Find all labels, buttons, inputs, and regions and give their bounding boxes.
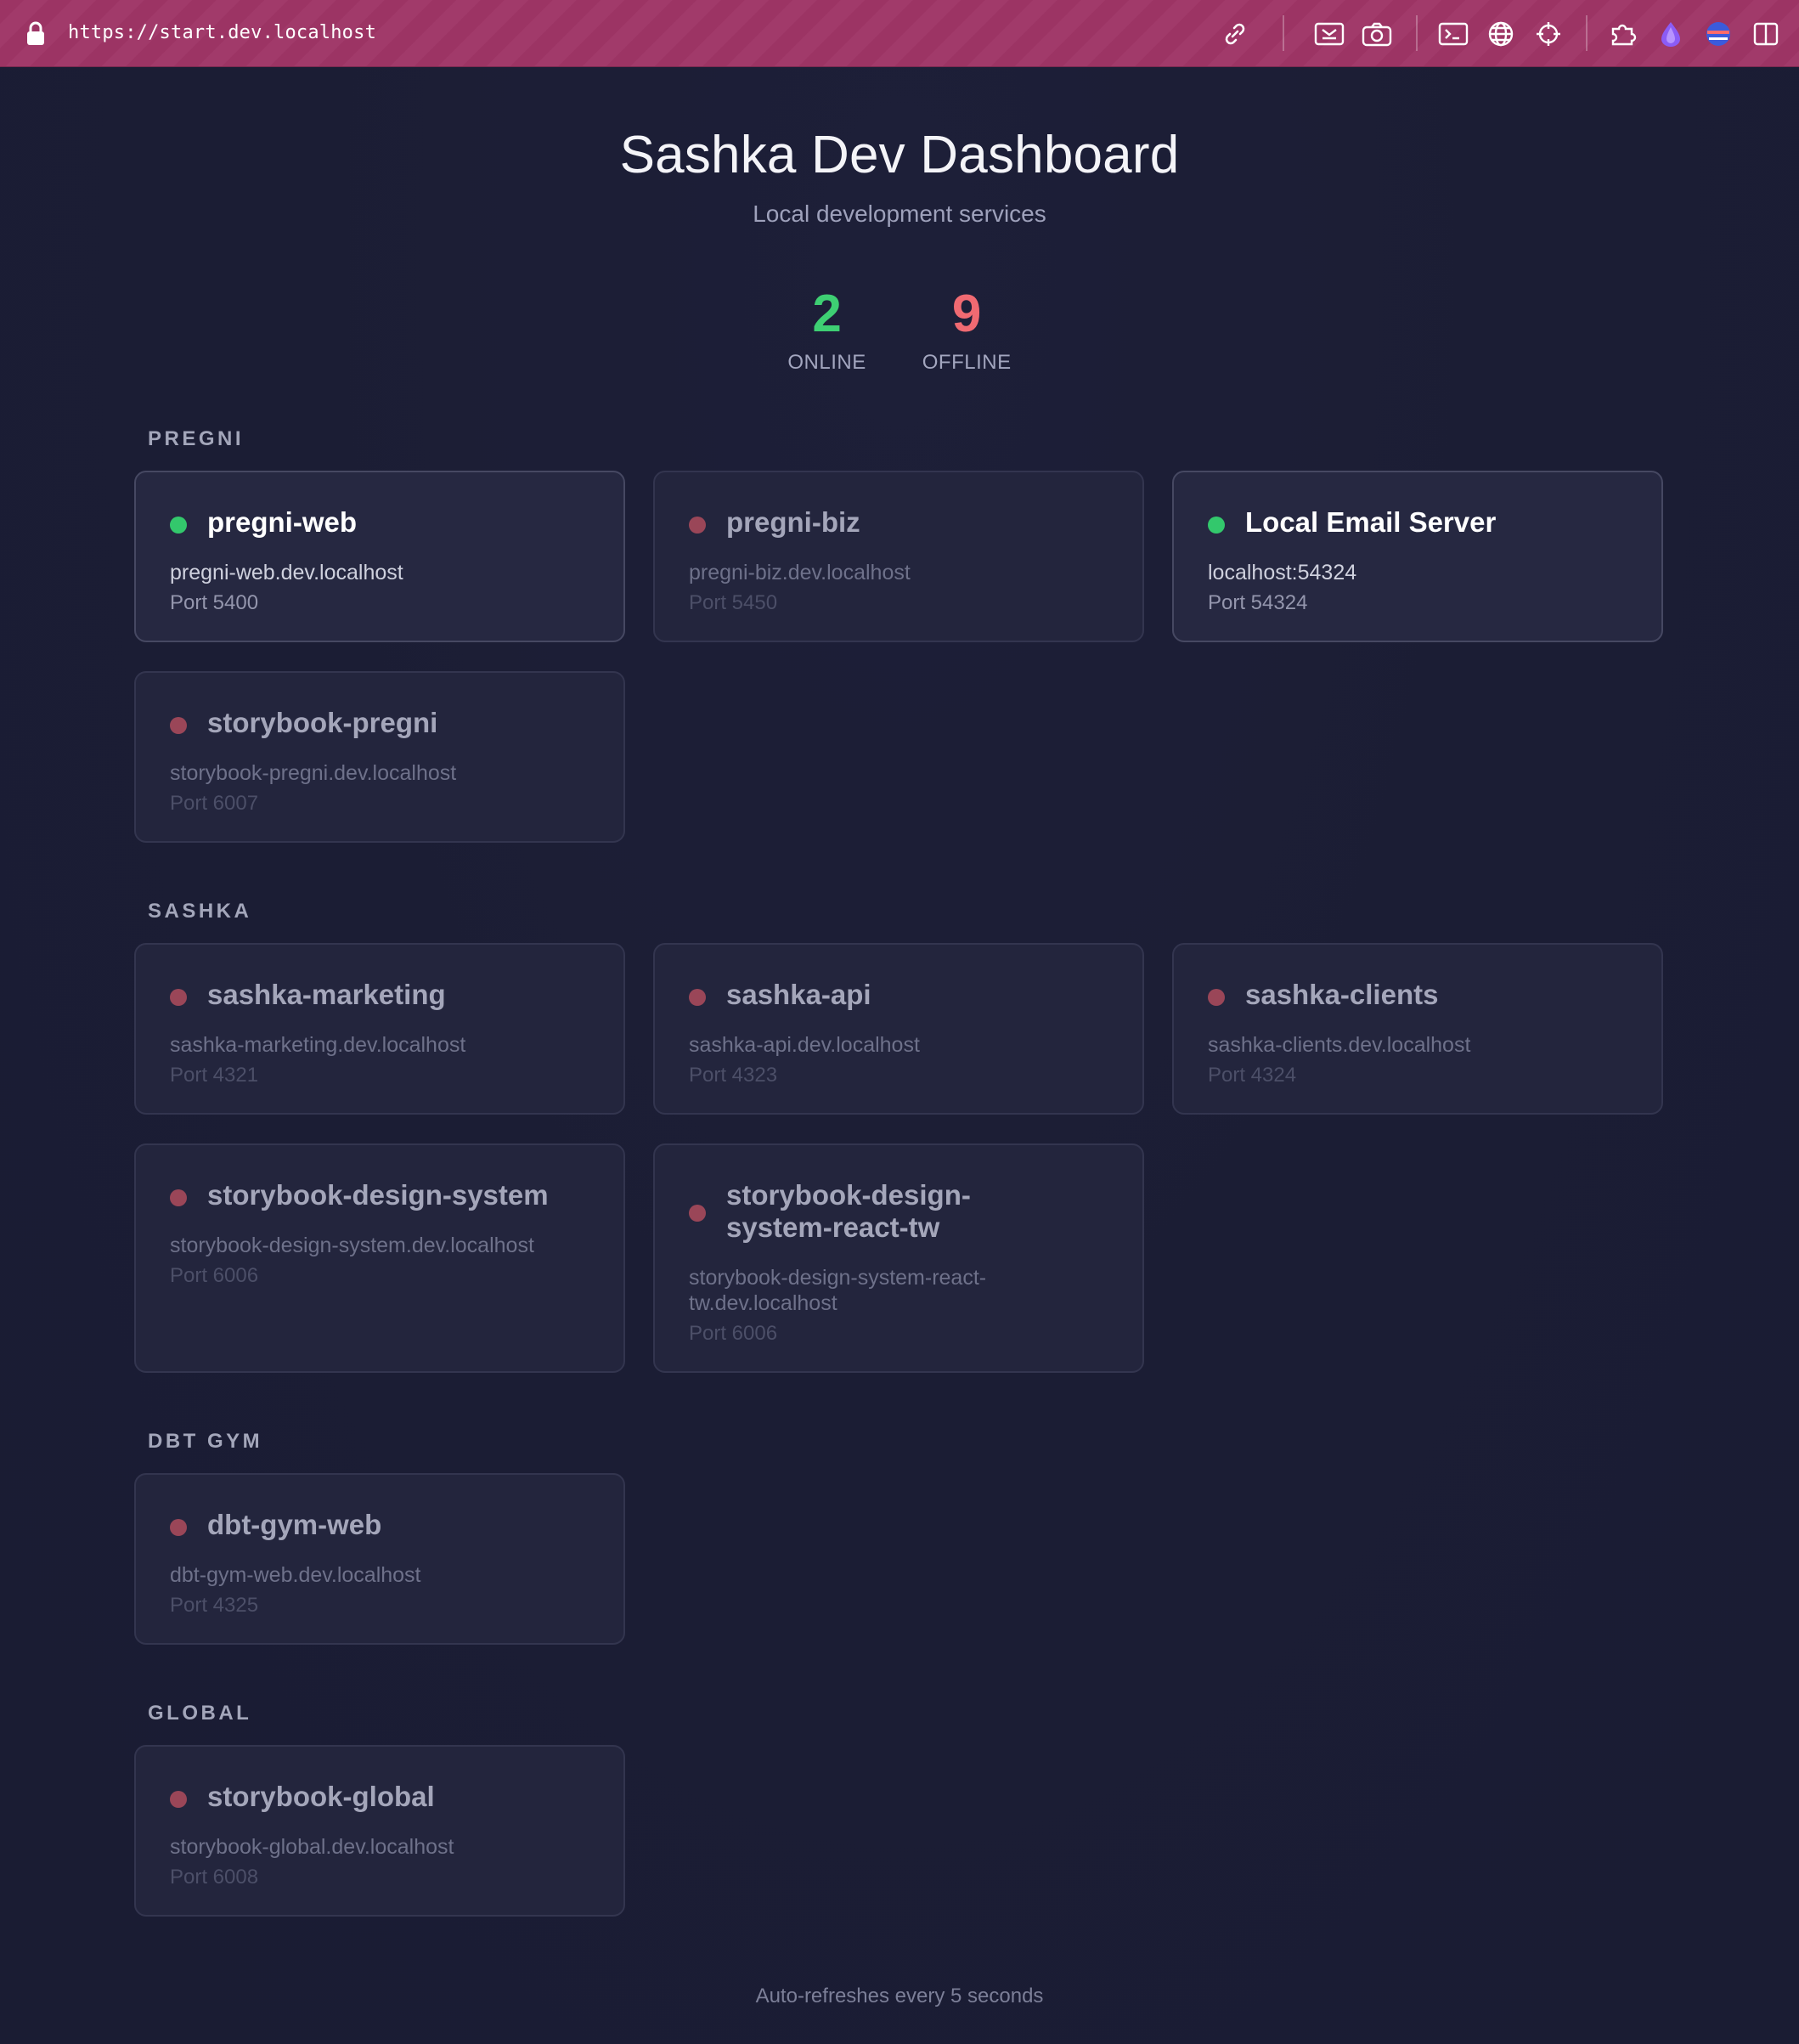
purple-drop-extension-icon[interactable] — [1655, 19, 1686, 49]
service-name: storybook-design-system-react-tw — [726, 1179, 971, 1243]
service-host: storybook-pregni.dev.localhost — [170, 761, 457, 785]
online-stat: 2 ONLINE — [787, 288, 866, 375]
service-name: pregni-web — [207, 506, 358, 538]
split-view-icon[interactable] — [1751, 19, 1781, 49]
globe-icon[interactable] — [1486, 19, 1516, 49]
address-bar-url[interactable]: https://start.dev.localhost — [68, 22, 376, 43]
toolbar-divider — [1416, 15, 1418, 51]
colored-sphere-extension-icon[interactable] — [1703, 19, 1734, 49]
group-title-dbt-gym: DBT GYM — [148, 1430, 263, 1453]
service-host: pregni-biz.dev.localhost — [689, 561, 911, 584]
status-dot-offline — [689, 989, 706, 1006]
offline-label: OFFLINE — [922, 351, 1012, 374]
service-port: Port 54324 — [1208, 591, 1308, 614]
service-name: sashka-clients — [1245, 979, 1439, 1010]
status-dot-offline — [170, 1791, 187, 1808]
service-port: Port 5400 — [170, 591, 259, 614]
service-card-storybook-design-system-react-tw[interactable]: storybook-design-system-react-tw storybo… — [653, 1143, 1144, 1373]
service-card-sashka-clients[interactable]: sashka-clients sashka-clients.dev.localh… — [1172, 943, 1663, 1115]
service-port: Port 6006 — [689, 1322, 778, 1345]
browser-toolbar: https://start.dev.localhost — [0, 0, 1799, 67]
offline-stat: 9 OFFLINE — [922, 288, 1012, 375]
picture-in-picture-icon[interactable] — [1314, 19, 1345, 49]
service-host: sashka-clients.dev.localhost — [1208, 1033, 1471, 1057]
service-name: storybook-pregni — [207, 707, 438, 738]
service-port: Port 6008 — [170, 1866, 259, 1889]
service-port: Port 4321 — [170, 1064, 259, 1087]
page-title: Sashka Dev Dashboard — [619, 126, 1180, 184]
status-dot-offline — [170, 1519, 187, 1536]
dashboard-page: Sashka Dev Dashboard Local development s… — [0, 67, 1799, 2044]
service-port: Port 5450 — [689, 591, 778, 614]
status-dot-offline — [689, 517, 706, 534]
status-dot-offline — [170, 1189, 187, 1206]
puzzle-extension-icon[interactable] — [1608, 19, 1638, 49]
status-dot-offline — [1208, 989, 1225, 1006]
status-dot-online — [170, 517, 187, 534]
status-dot-offline — [170, 989, 187, 1006]
service-card-local-email-server[interactable]: Local Email Server localhost:54324 Port … — [1172, 471, 1663, 642]
terminal-icon[interactable] — [1438, 19, 1469, 49]
service-name: storybook-design-system — [207, 1179, 549, 1211]
offline-count: 9 — [951, 285, 982, 343]
service-host: pregni-web.dev.localhost — [170, 561, 403, 584]
status-dot-offline — [689, 1205, 706, 1222]
service-name: sashka-marketing — [207, 979, 446, 1010]
service-port: Port 4325 — [170, 1594, 259, 1617]
service-name: Local Email Server — [1245, 506, 1497, 538]
service-card-dbt-gym-web[interactable]: dbt-gym-web dbt-gym-web.dev.localhost Po… — [134, 1473, 625, 1645]
crosshair-icon[interactable] — [1533, 19, 1564, 49]
toolbar-divider — [1283, 15, 1284, 51]
online-label: ONLINE — [787, 351, 866, 374]
service-card-storybook-pregni[interactable]: storybook-pregni storybook-pregni.dev.lo… — [134, 671, 625, 843]
service-host: storybook-design-system.dev.localhost — [170, 1234, 534, 1257]
group-title-global: GLOBAL — [148, 1702, 252, 1725]
service-host: localhost:54324 — [1208, 561, 1357, 584]
service-port: Port 6007 — [170, 792, 259, 815]
group-title-sashka: SASHKA — [148, 900, 252, 923]
auto-refresh-note: Auto-refreshes every 5 seconds — [755, 1985, 1044, 2007]
service-name: storybook-global — [207, 1781, 435, 1812]
toolbar-divider — [1586, 15, 1588, 51]
link-icon[interactable] — [1220, 19, 1250, 49]
page-subtitle: Local development services — [753, 200, 1046, 227]
service-host: sashka-api.dev.localhost — [689, 1033, 920, 1057]
status-dot-offline — [170, 717, 187, 734]
service-host: storybook-design-system-react-tw.dev.loc… — [689, 1266, 987, 1315]
service-host: storybook-global.dev.localhost — [170, 1835, 454, 1859]
service-host: sashka-marketing.dev.localhost — [170, 1033, 466, 1057]
service-host: dbt-gym-web.dev.localhost — [170, 1563, 421, 1587]
service-card-pregni-web[interactable]: pregni-web pregni-web.dev.localhost Port… — [134, 471, 625, 642]
service-card-storybook-design-system[interactable]: storybook-design-system storybook-design… — [134, 1143, 625, 1373]
camera-icon[interactable] — [1362, 19, 1392, 49]
online-count: 2 — [812, 285, 842, 343]
group-title-pregni: PREGNI — [148, 427, 245, 450]
service-card-sashka-api[interactable]: sashka-api sashka-api.dev.localhost Port… — [653, 943, 1144, 1115]
service-card-storybook-global[interactable]: storybook-global storybook-global.dev.lo… — [134, 1745, 625, 1917]
service-card-pregni-biz[interactable]: pregni-biz pregni-biz.dev.localhost Port… — [653, 471, 1144, 642]
service-port: Port 4324 — [1208, 1064, 1297, 1087]
service-card-sashka-marketing[interactable]: sashka-marketing sashka-marketing.dev.lo… — [134, 943, 625, 1115]
status-summary: 2 ONLINE 9 OFFLINE — [0, 288, 1799, 375]
status-dot-online — [1208, 517, 1225, 534]
service-port: Port 4323 — [689, 1064, 778, 1087]
service-name: sashka-api — [726, 979, 871, 1010]
service-port: Port 6006 — [170, 1264, 259, 1287]
lock-icon — [24, 20, 48, 46]
service-name: dbt-gym-web — [207, 1509, 382, 1540]
service-name: pregni-biz — [726, 506, 860, 538]
